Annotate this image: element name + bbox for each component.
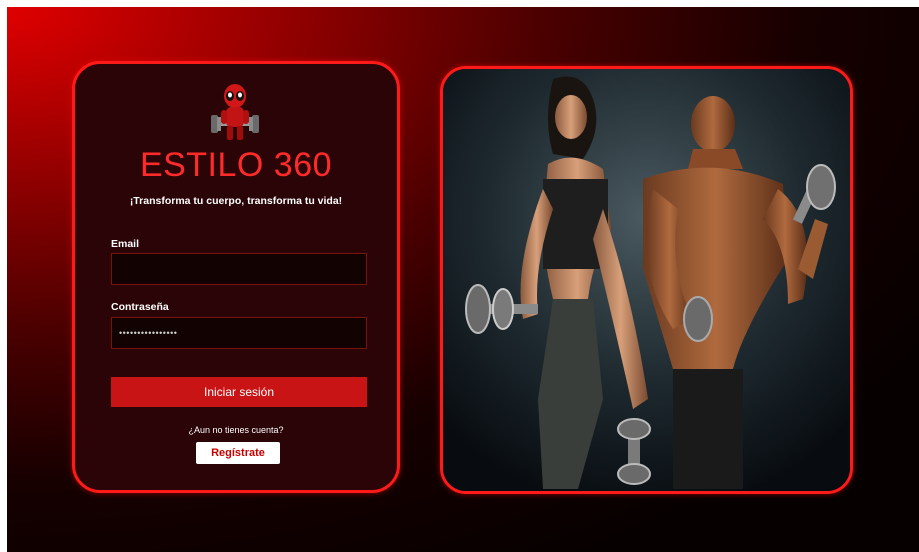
email-field[interactable] <box>111 253 367 285</box>
fitness-couple-photo <box>443 69 850 491</box>
hero-image-card <box>440 66 853 494</box>
login-button[interactable]: Iniciar sesión <box>111 377 367 407</box>
email-label: Email <box>111 238 140 250</box>
password-label: Contraseña <box>111 301 169 313</box>
password-field[interactable]: •••••••••••••••• <box>111 317 367 349</box>
tagline: ¡Transforma tu cuerpo, transforma tu vid… <box>129 195 343 207</box>
mascot-logo-icon <box>211 84 259 140</box>
brand-title: ESTILO 360 <box>139 146 333 184</box>
no-account-text: ¿Aun no tienes cuenta? <box>188 425 284 435</box>
register-button[interactable]: Regístrate <box>196 442 280 464</box>
login-card: ESTILO 360 ¡Transforma tu cuerpo, transf… <box>72 61 400 493</box>
